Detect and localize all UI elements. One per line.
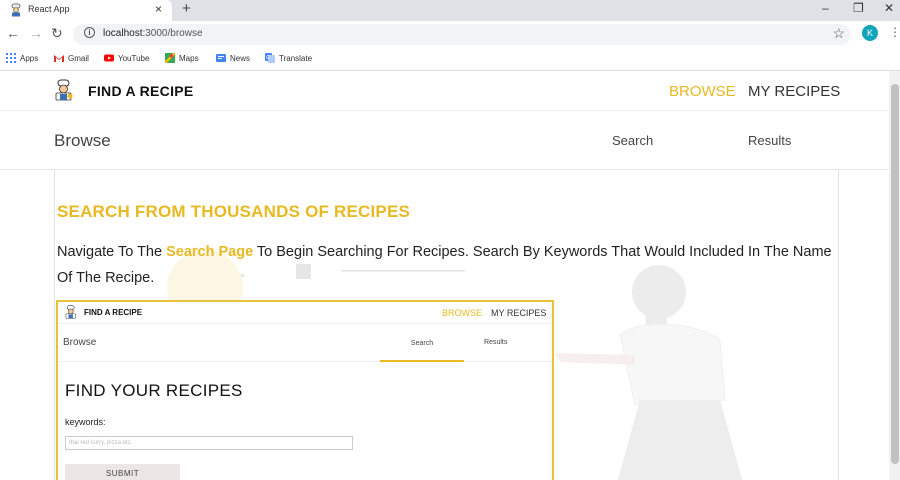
page-viewport: FIND A RECIPE BROWSE MY RECIPES Browse S… [0,71,900,480]
app-header: FIND A RECIPE BROWSE MY RECIPES [0,71,889,111]
bookmarks-bar: Apps Gmail YouTube Maps News G Translate [0,48,900,70]
back-arrow-icon[interactable]: ← [6,25,20,41]
tab-search[interactable]: Search [612,133,653,148]
bookmark-translate[interactable]: G Translate [265,53,312,63]
bookmark-maps[interactable]: Maps [165,53,199,63]
para-text-before: Navigate To The [57,244,167,260]
profile-avatar[interactable]: K [862,25,878,41]
bookmark-label: News [230,53,251,63]
screenshot-keywords-input: thai red curry, pizza etc. [65,436,353,450]
screenshot-subnav: Browse Search Results [58,324,552,362]
news-icon [216,54,226,62]
restore-button[interactable]: ❐ [853,1,864,15]
chef-favicon-icon [11,3,21,17]
page-title: Browse [54,131,111,150]
site-info-icon[interactable]: i [84,27,95,38]
new-tab-button[interactable]: + [182,0,191,17]
browser-toolbar: ← → ↻ i localhost:3000/browse ☆ [0,21,900,48]
screenshot-tab-results: Results [484,339,508,346]
tab-results[interactable]: Results [748,133,791,148]
screenshot-keywords-label: keywords: [65,417,106,427]
screenshot-find-heading: FIND YOUR RECIPES [65,381,243,400]
bookmark-gmail[interactable]: Gmail [54,53,89,63]
minimize-button[interactable]: – [822,1,829,15]
translate-icon: G [265,53,275,63]
screenshot-tab-search: Search [380,324,464,362]
intro-paragraph: Navigate To The Search Page To Begin Sea… [57,239,839,291]
nav-browse-link[interactable]: BROWSE [669,83,736,100]
search-page-link[interactable]: Search Page [166,244,253,260]
apps-grid-icon [6,53,16,63]
url-host: localhost [103,28,143,39]
bookmark-label: YouTube [118,53,150,63]
browser-chrome: React App × + – ❐ ✕ ← → ↻ i localhost:30… [0,0,900,71]
url-text[interactable]: localhost:3000/browse [103,28,203,39]
gmail-icon [54,55,64,62]
bookmark-label: Apps [20,53,39,63]
screenshot-page-title: Browse [63,337,97,348]
svg-text:G: G [266,55,270,61]
section-heading: SEARCH FROM THOUSANDS OF RECIPES [57,202,411,221]
bookmark-label: Gmail [68,53,89,63]
screenshot-submit-button: SUBMIT [65,464,180,480]
chef-logo-icon [65,305,76,319]
screenshot-brand: FIND A RECIPE [84,308,143,317]
screenshot-nav-browse: BROWSE [442,308,483,318]
browser-tab[interactable]: React App × [0,0,172,21]
youtube-icon [104,54,114,62]
address-bar[interactable]: i localhost:3000/browse ☆ [73,24,851,45]
menu-kebab-icon[interactable]: ⋮ [889,25,900,39]
tab-strip: React App × + – ❐ ✕ [0,0,900,21]
close-window-button[interactable]: ✕ [884,1,894,15]
url-path: :3000/browse [142,28,203,39]
tab-close-icon[interactable]: × [155,2,162,16]
scrollbar-thumb[interactable] [891,84,899,464]
screenshot-nav-my-recipes: MY RECIPES [491,308,547,318]
reload-icon[interactable]: ↻ [51,25,63,42]
bookmark-star-icon[interactable]: ☆ [832,25,845,42]
bookmark-apps[interactable]: Apps [6,53,38,63]
bookmark-label: Maps [179,53,199,63]
maps-icon [165,53,175,63]
bookmark-youtube[interactable]: YouTube [104,53,149,63]
tab-title: React App [28,4,70,14]
sub-navigation: Browse Search Results [0,111,889,170]
screenshot-header: FIND A RECIPE BROWSE MY RECIPES [58,302,552,324]
nav-my-recipes-link[interactable]: MY RECIPES [748,83,840,100]
forward-arrow-icon[interactable]: → [29,25,43,41]
brand-title[interactable]: FIND A RECIPE [88,83,194,99]
browse-content: SEARCH FROM THOUSANDS OF RECIPES Navigat… [54,170,839,480]
search-page-screenshot: FIND A RECIPE BROWSE MY RECIPES Browse S… [56,300,554,480]
scrollbar[interactable] [889,71,900,480]
bookmark-label: Translate [279,53,313,63]
chef-logo-icon [55,79,73,101]
bookmark-news[interactable]: News [216,53,250,63]
